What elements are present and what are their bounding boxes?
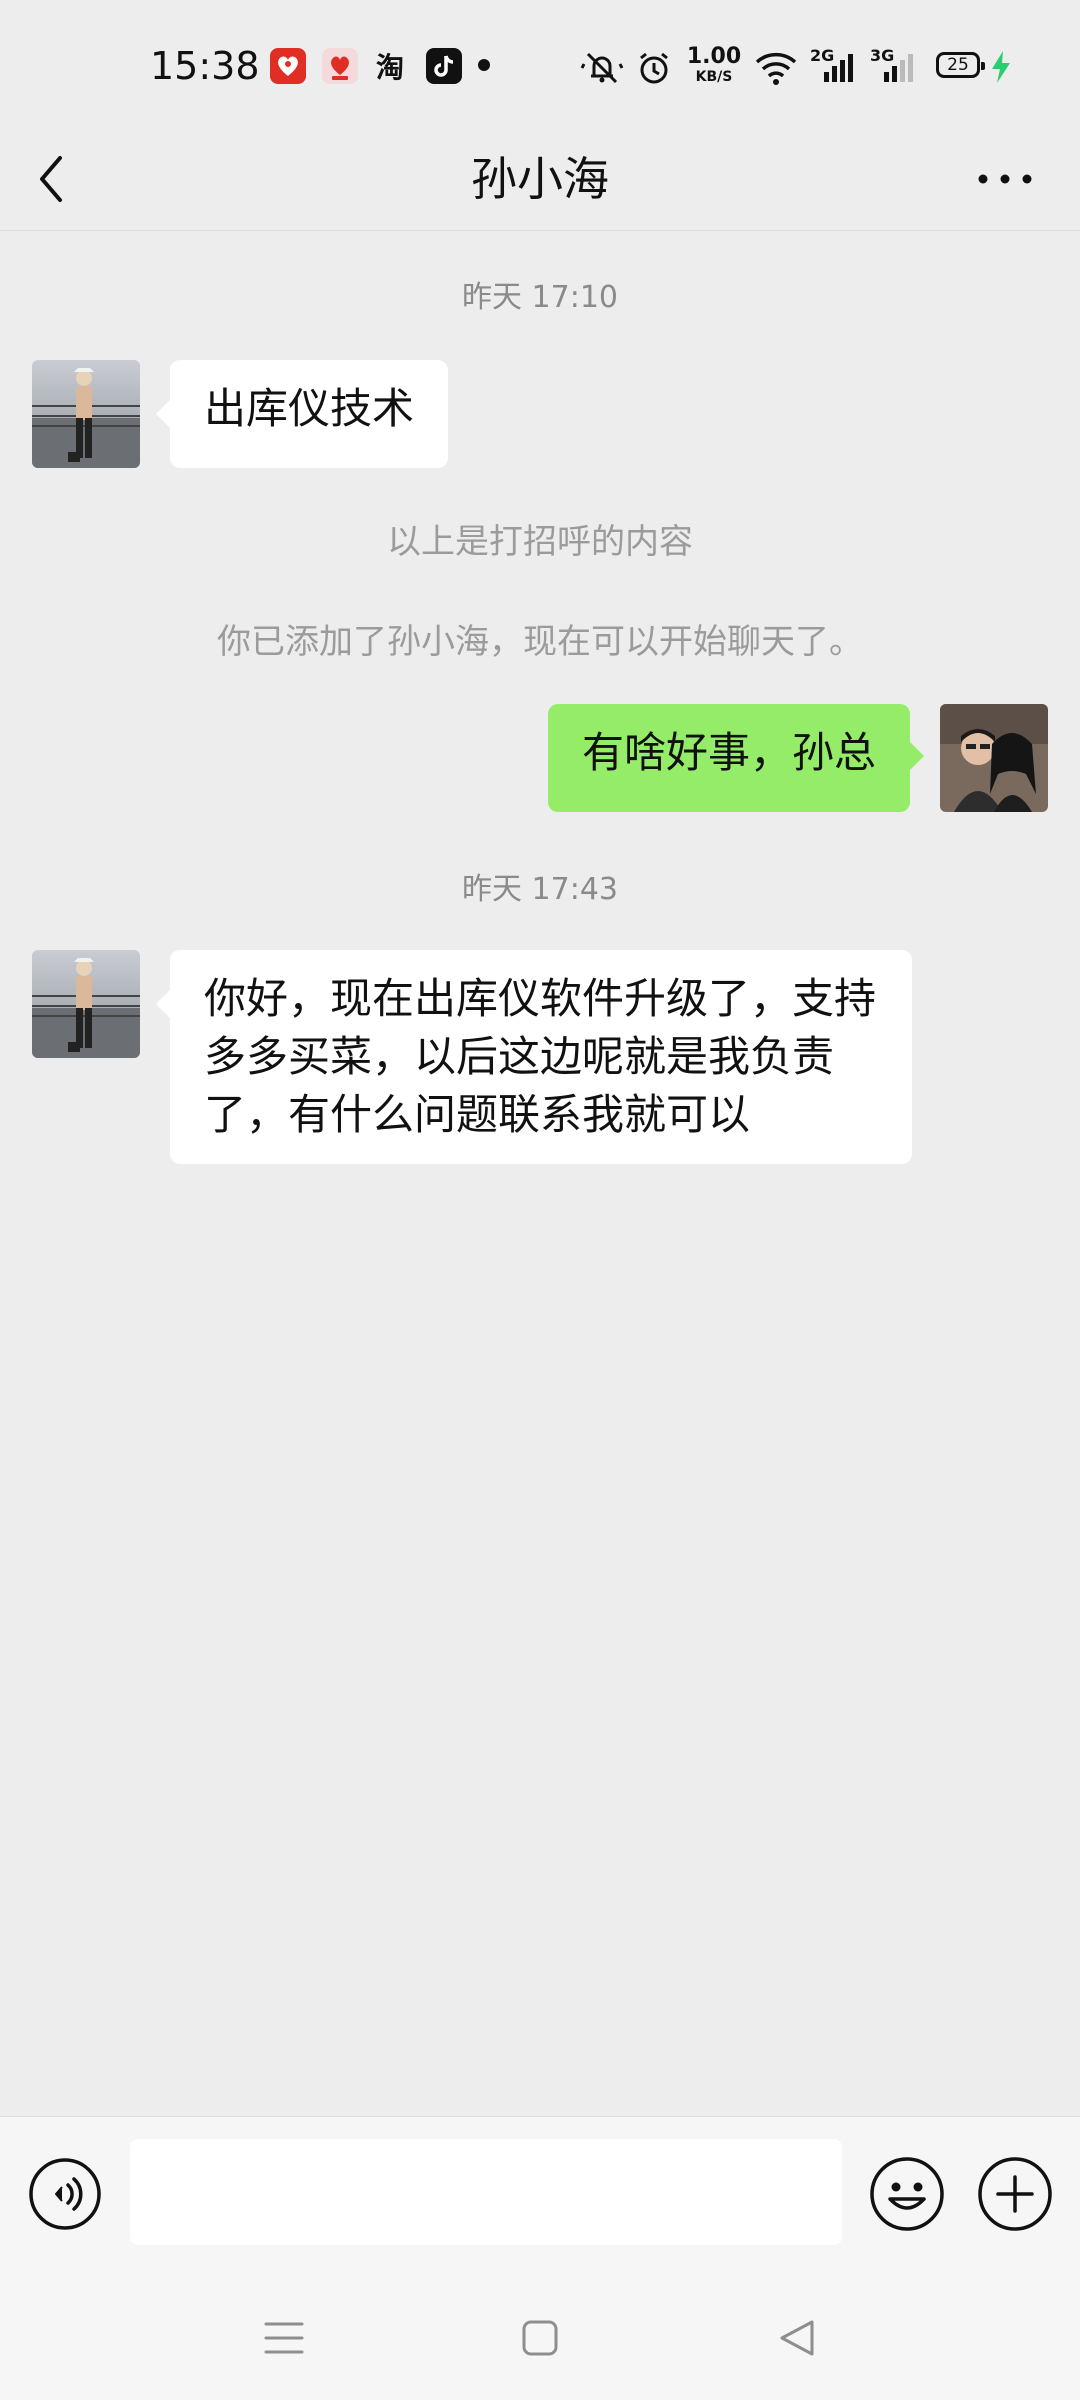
- more-dots-icon: [978, 174, 1032, 184]
- system-message: 以上是打招呼的内容: [387, 522, 693, 562]
- notification-dot-icon: [478, 59, 490, 71]
- contact-avatar[interactable]: [32, 360, 140, 468]
- menu-icon: [264, 2322, 304, 2354]
- status-bar: 15:38 淘 1.00 KB/S 2G 3G 25: [0, 0, 1080, 130]
- battery-icon: 25: [936, 52, 985, 78]
- emoji-button[interactable]: [868, 2155, 946, 2233]
- net-speed: 1.00 KB/S: [684, 44, 744, 85]
- timestamp: 昨天 17:10: [462, 280, 618, 315]
- plus-icon: [978, 2157, 1052, 2231]
- alarm-icon: [636, 50, 672, 90]
- received-message-bubble[interactable]: 出库仪技术: [155, 360, 449, 468]
- received-message-bubble[interactable]: 你好，现在出库仪软件升级了，支持多多买菜，以后这边呢就是我负责了，有什么问题联系…: [156, 950, 912, 1164]
- sent-message-bubble[interactable]: 有啥好事，孙总: [547, 704, 925, 812]
- back-button[interactable]: [24, 144, 84, 214]
- triangle-back-icon: [780, 2320, 814, 2356]
- menu-button[interactable]: [262, 2316, 306, 2360]
- chat-title: 孙小海: [471, 152, 609, 206]
- net-speed-value: 1.00: [686, 44, 742, 69]
- more-button[interactable]: [970, 144, 1040, 214]
- net-speed-unit: KB/S: [695, 69, 733, 85]
- contact-avatar[interactable]: [32, 950, 140, 1058]
- input-bar: [0, 2116, 1080, 2277]
- my-avatar[interactable]: [940, 704, 1048, 812]
- charging-icon: [990, 50, 1012, 88]
- nav-bar: 孙小海: [0, 130, 1080, 231]
- voice-icon: [29, 2158, 101, 2230]
- home-icon: [522, 2320, 558, 2356]
- chevron-left-icon: [40, 156, 62, 202]
- system-nav-bar: [0, 2276, 1080, 2400]
- voice-button[interactable]: [28, 2157, 102, 2231]
- pinduoduo-icon: [270, 48, 306, 84]
- home-button[interactable]: [518, 2316, 562, 2360]
- message-input[interactable]: [130, 2139, 842, 2245]
- timestamp: 昨天 17:43: [462, 872, 618, 907]
- emoji-icon: [870, 2157, 944, 2231]
- more-functions-button[interactable]: [976, 2155, 1054, 2233]
- wifi-icon: [754, 48, 798, 90]
- mute-icon: [580, 48, 624, 92]
- system-back-button[interactable]: [774, 2316, 818, 2360]
- pinduoduo-shop-icon: [322, 48, 358, 84]
- taobao-icon: 淘: [376, 51, 405, 84]
- system-message: 你已添加了孙小海，现在可以开始聊天了。: [217, 622, 863, 662]
- message-text: 有啥好事，孙总: [581, 728, 876, 777]
- message-text: 出库仪技术: [204, 384, 415, 433]
- message-text: 你好，现在出库仪软件升级了，支持多多买菜，以后这边呢就是我负责了，有什么问题联系…: [204, 974, 877, 1139]
- status-time: 15:38: [150, 44, 260, 88]
- tiktok-icon: [426, 48, 462, 84]
